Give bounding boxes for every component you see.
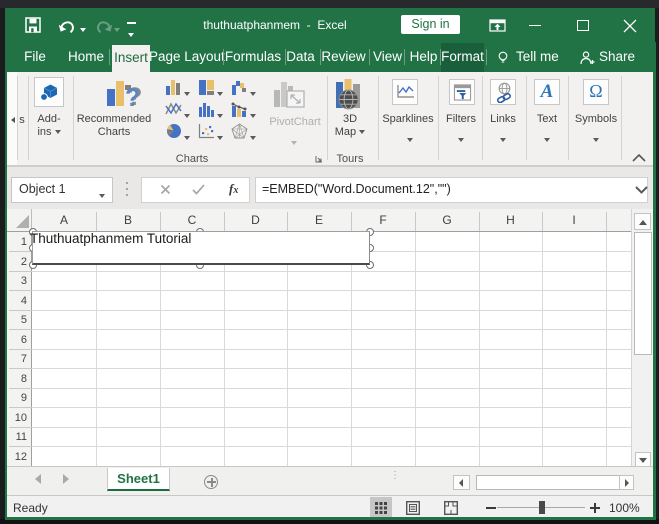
svg-text:?: ? (125, 84, 140, 108)
